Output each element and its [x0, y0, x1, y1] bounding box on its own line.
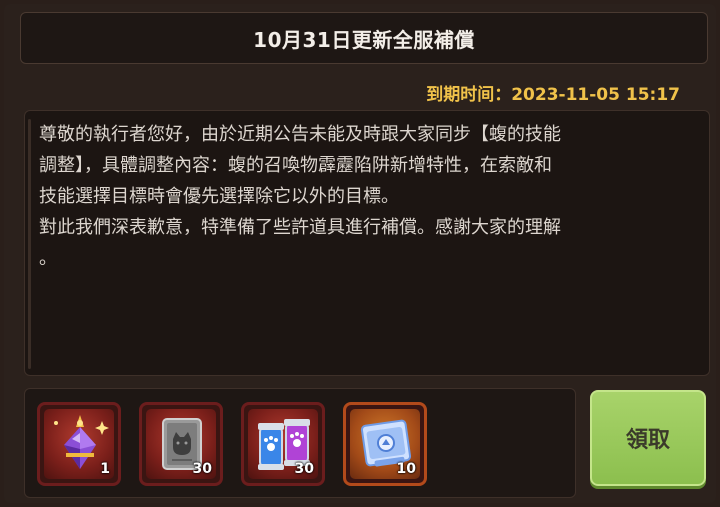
reward-count: 30: [192, 461, 212, 477]
title-bar: 10月31日更新全服補償: [20, 12, 708, 64]
reward-count: 30: [294, 461, 314, 477]
scrollbar[interactable]: [28, 119, 31, 369]
reward-slot[interactable]: 1: [37, 402, 121, 486]
claim-button[interactable]: 領取: [590, 390, 706, 486]
expiry-value: 2023-11-05 15:17: [511, 85, 680, 105]
expiry-label: 到期时间：: [426, 85, 512, 105]
claim-button-label: 領取: [625, 428, 670, 453]
reward-list: 1 30 30 10: [24, 388, 576, 498]
reward-count: 1: [100, 461, 110, 477]
mail-body-text: 尊敬的執行者您好，由於近期公告未能及時跟大家同步【蝮的技能 調整】，具體調整內容…: [39, 124, 561, 269]
expiry-info: 到期时间：2023-11-05 15:17: [426, 80, 680, 105]
mail-title: 10月31日更新全服補償: [253, 27, 475, 52]
mail-body[interactable]: 尊敬的執行者您好，由於近期公告未能及時跟大家同步【蝮的技能 調整】，具體調整內容…: [24, 110, 710, 376]
mail-dialog: 10月31日更新全服補償 到期时间：2023-11-05 15:17 尊敬的執行…: [4, 4, 716, 503]
reward-slot[interactable]: 10: [343, 402, 427, 486]
reward-slot[interactable]: 30: [139, 402, 223, 486]
reward-slot[interactable]: 30: [241, 402, 325, 486]
reward-count: 10: [396, 461, 416, 477]
